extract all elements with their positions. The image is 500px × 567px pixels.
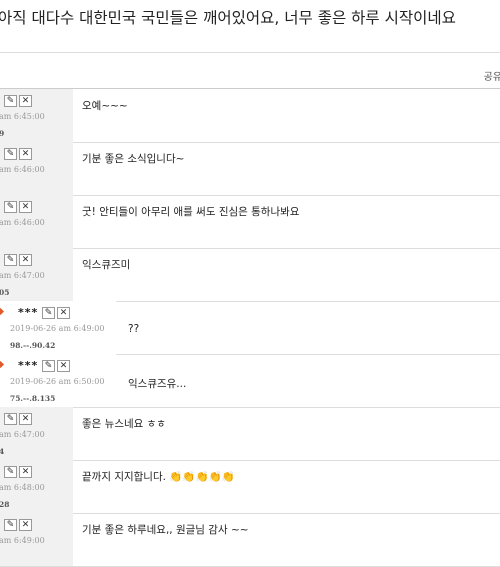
pencil-icon[interactable]: ✎ (4, 95, 17, 107)
close-icon[interactable]: ✕ (57, 307, 70, 319)
comment-text: 오예~~~ (82, 100, 128, 112)
comment-actions: ✎ ✕ (4, 413, 32, 425)
comment-row: ✎ ✕ am 6:48:00 28 끝까지 지지합니다. 👏👏👏👏👏 (0, 460, 500, 514)
close-icon[interactable]: ✕ (19, 95, 32, 107)
comment-text: 기분 좋은 소식입니다~ (82, 153, 185, 165)
comment-text: 좋은 뉴스네요 ㅎㅎ (82, 418, 166, 430)
close-icon[interactable]: ✕ (19, 148, 32, 160)
comment-row: ✎ ✕ am 6:49:00 기분 좋은 하루네요,, 원글님 감사 ~~ (0, 513, 500, 567)
comment-row: ✎ ✕ am 6:47:00 4 좋은 뉴스네요 ㅎㅎ (0, 407, 500, 461)
comment-actions: ✎ ✕ (4, 519, 32, 531)
comment-meta: *** ✎ ✕ 2019-06-26 am 6:50:00 75.--.8.135 (0, 354, 116, 407)
comment-row: ✎ ✕ am 6:46:00 기분 좋은 소식입니다~ (0, 142, 500, 196)
comment-meta: ✎ ✕ am 6:47:00 4 (0, 407, 73, 460)
diamond-icon (0, 307, 5, 316)
comment-time: am 6:46:00 (0, 165, 45, 174)
comment-text: 익스큐즈미 (82, 259, 131, 271)
comment-actions: ✎ ✕ (4, 148, 32, 160)
comment-time: am 6:47:00 (0, 271, 45, 280)
comment-row: *** ✎ ✕ 2019-06-26 am 6:49:00 98.--.90.42?? (0, 301, 500, 355)
comment-author: *** (18, 306, 39, 319)
comment-ip: 75.--.8.135 (10, 394, 56, 403)
share-link[interactable]: 공유 (484, 68, 500, 83)
pencil-icon[interactable]: ✎ (4, 413, 17, 425)
pencil-icon[interactable]: ✎ (4, 201, 17, 213)
comment-time: am 6:45:00 (0, 112, 45, 121)
comment-time: am 6:49:00 (0, 536, 45, 545)
divider (0, 52, 500, 53)
comment-time: am 6:46:00 (0, 218, 45, 227)
pencil-icon[interactable]: ✎ (4, 519, 17, 531)
comment-meta: ✎ ✕ am 6:46:00 (0, 195, 73, 248)
comment-author: *** (18, 359, 39, 372)
close-icon[interactable]: ✕ (19, 201, 32, 213)
comment-ip: 05 (0, 288, 10, 297)
diamond-icon (0, 360, 5, 369)
comment-row: *** ✎ ✕ 2019-06-26 am 6:50:00 75.--.8.135 익스큐… (0, 354, 500, 408)
page-title: 아직 대다수 대한민국 국민들은 깨어있어요, 너무 좋은 하루 시작이네요 (0, 9, 456, 27)
comment-actions: ✎ ✕ (42, 360, 70, 372)
comment-ip: 98.--.90.42 (10, 341, 56, 350)
comment-meta: ✎ ✕ am 6:48:00 28 (0, 460, 73, 513)
comment-text: 익스큐즈유... (128, 378, 187, 390)
close-icon[interactable]: ✕ (19, 254, 32, 266)
comment-meta: *** ✎ ✕ 2019-06-26 am 6:49:00 98.--.90.42 (0, 301, 116, 354)
close-icon[interactable]: ✕ (19, 413, 32, 425)
comment-meta: ✎ ✕ am 6:46:00 (0, 142, 73, 195)
pencil-icon[interactable]: ✎ (4, 466, 17, 478)
close-icon[interactable]: ✕ (57, 360, 70, 372)
comment-row: ✎ ✕ am 6:46:00 굿! 안티들이 아무리 애를 써도 진심은 통하나봐요 (0, 195, 500, 249)
comment-text: ?? (128, 323, 140, 335)
comment-meta: ✎ ✕ am 6:49:00 (0, 513, 73, 566)
comment-actions: ✎ ✕ (42, 307, 70, 319)
comment-time: 2019-06-26 am 6:50:00 (10, 377, 105, 386)
close-icon[interactable]: ✕ (19, 466, 32, 478)
comment-actions: ✎ ✕ (4, 254, 32, 266)
comment-ip: 28 (0, 500, 10, 509)
comment-time: am 6:47:00 (0, 430, 45, 439)
comment-ip: 4 (0, 447, 5, 456)
pencil-icon[interactable]: ✎ (42, 307, 55, 319)
close-icon[interactable]: ✕ (19, 519, 32, 531)
comment-actions: ✎ ✕ (4, 466, 32, 478)
comment-text: 기분 좋은 하루네요,, 원글님 감사 ~~ (82, 524, 249, 536)
comment-actions: ✎ ✕ (4, 201, 32, 213)
comment-meta: ✎ ✕ am 6:47:00 05 (0, 248, 73, 301)
comment-text: 끝까지 지지합니다. 👏👏👏👏👏 (82, 471, 235, 483)
pencil-icon[interactable]: ✎ (4, 254, 17, 266)
pencil-icon[interactable]: ✎ (4, 148, 17, 160)
comment-ip: 9 (0, 129, 5, 138)
comment-row: ✎ ✕ am 6:45:00 9 오예~~~ (0, 89, 500, 143)
comment-actions: ✎ ✕ (4, 95, 32, 107)
comment-time: am 6:48:00 (0, 483, 45, 492)
comment-meta: ✎ ✕ am 6:45:00 9 (0, 89, 73, 142)
comment-row: ✎ ✕ am 6:47:00 05 익스큐즈미 (0, 248, 500, 302)
comment-time: 2019-06-26 am 6:49:00 (10, 324, 105, 333)
comment-text: 굿! 안티들이 아무리 애를 써도 진심은 통하나봐요 (82, 206, 300, 218)
pencil-icon[interactable]: ✎ (42, 360, 55, 372)
